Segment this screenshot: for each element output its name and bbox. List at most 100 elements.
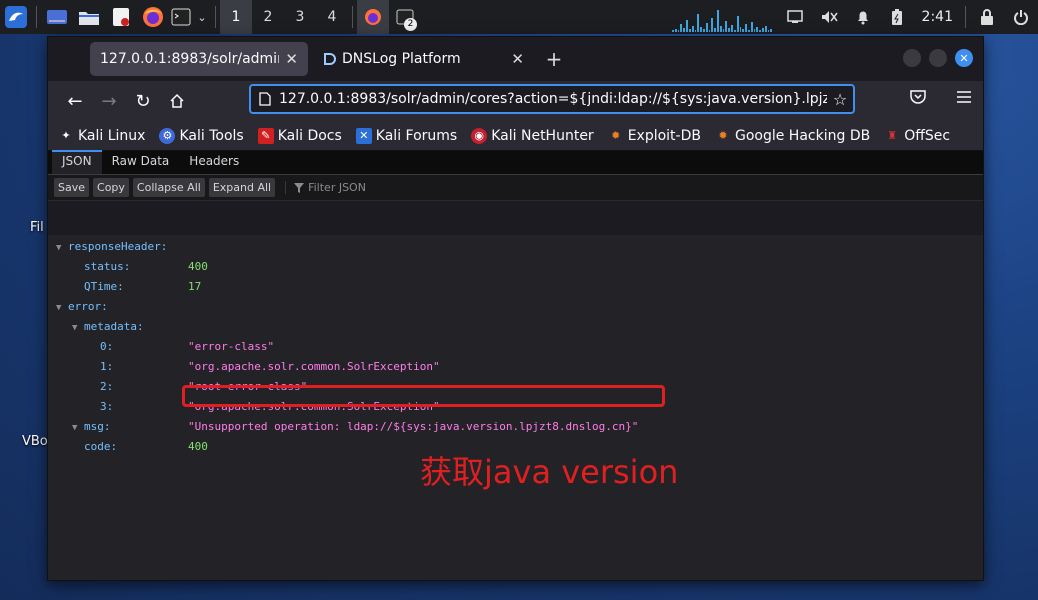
kali-menu-button[interactable]	[0, 0, 32, 34]
expand-toggle-icon[interactable]: ▼	[56, 238, 68, 258]
kali-dragon-icon	[5, 6, 27, 28]
copy-button[interactable]: Copy	[93, 178, 129, 197]
reload-icon[interactable]: ↻	[126, 86, 160, 116]
json-row[interactable]: QTime:	[84, 277, 124, 297]
text-editor-button[interactable]	[105, 0, 137, 34]
network-icon[interactable]	[778, 0, 812, 34]
tab-dnslog[interactable]: DNSLog Platform ✕	[312, 42, 534, 76]
desktop-icon-label[interactable]: Fil	[30, 220, 44, 235]
bookmark-label: Kali Linux	[78, 127, 146, 144]
close-tab-icon[interactable]: ✕	[285, 50, 298, 68]
taskbar: ⌄ 1 2 3 4 2 2:41	[0, 0, 1038, 34]
new-tab-button[interactable]: +	[538, 47, 570, 71]
json-row[interactable]: ▼ metadata:	[72, 317, 144, 337]
tab-headers[interactable]: Headers	[179, 150, 249, 174]
json-value: 400	[188, 257, 208, 277]
bookmark-google-hacking-db[interactable]: ✹ Google Hacking DB	[715, 128, 870, 144]
json-key: 3:	[100, 400, 114, 413]
address-bar[interactable]: 127.0.0.1:8983/solr/admin/cores?action=$…	[249, 84, 855, 114]
workspace-2[interactable]: 2	[252, 0, 284, 34]
bookmark-kali-forums[interactable]: ✕ Kali Forums	[355, 127, 458, 144]
json-row[interactable]: code:	[84, 437, 117, 457]
activity-bar	[728, 28, 731, 32]
lock-screen-icon[interactable]	[970, 0, 1004, 34]
json-row[interactable]: 2:	[100, 377, 113, 397]
json-row[interactable]: status:	[84, 257, 130, 277]
tab-raw-data[interactable]: Raw Data	[102, 150, 180, 174]
network-activity-graph	[672, 4, 773, 32]
power-icon[interactable]	[1004, 0, 1038, 34]
toolbar-right	[909, 88, 973, 106]
bookmark-kali-nethunter[interactable]: ◉ Kali NetHunter	[471, 127, 594, 144]
battery-icon[interactable]	[880, 0, 914, 34]
activity-bar	[742, 29, 745, 32]
json-row[interactable]: ▼ msg:	[72, 417, 111, 437]
desktop-icon	[47, 10, 67, 24]
exploit-db-icon: ✹	[611, 129, 621, 142]
activity-bar	[677, 30, 680, 32]
expand-toggle-icon[interactable]: ▼	[72, 418, 84, 438]
minimize-button[interactable]	[903, 49, 921, 67]
tab-solr-admin[interactable]: 127.0.0.1:8983/solr/admin/cores ✕	[90, 42, 308, 76]
terminal-launcher-button[interactable]	[169, 0, 193, 34]
firefox-icon	[365, 9, 381, 25]
bookmark-label: Kali Forums	[375, 127, 458, 144]
close-window-button[interactable]: ✕	[955, 49, 973, 67]
bookmark-kali-linux[interactable]: ✦ Kali Linux	[58, 128, 145, 144]
notification-bell-icon[interactable]	[846, 0, 880, 34]
json-toolbar: Save Copy Collapse All Expand All Filter…	[48, 175, 983, 201]
close-tab-icon[interactable]: ✕	[511, 50, 524, 68]
json-row[interactable]: ▼ error:	[56, 297, 108, 317]
bookmark-exploit-db[interactable]: ✹ Exploit-DB	[608, 128, 701, 144]
taskbar-terminal-window[interactable]: 2	[389, 0, 421, 34]
json-row[interactable]: 3:	[100, 397, 113, 417]
show-desktop-button[interactable]	[41, 0, 73, 34]
tab-json[interactable]: JSON	[52, 150, 102, 174]
filter-json-input[interactable]: Filter JSON	[285, 181, 366, 194]
bookmark-star-icon[interactable]: ☆	[827, 90, 853, 109]
forward-arrow-icon[interactable]: →	[92, 86, 126, 116]
save-button[interactable]: Save	[54, 178, 90, 197]
json-row[interactable]: 0:	[100, 337, 113, 357]
file-manager-button[interactable]	[73, 0, 105, 34]
url-text[interactable]: 127.0.0.1:8983/solr/admin/cores?action=$…	[279, 91, 827, 107]
taskbar-firefox-window[interactable]	[357, 0, 389, 34]
json-row[interactable]: ▼ responseHeader:	[56, 237, 167, 257]
bookmark-label: Kali Tools	[179, 127, 244, 144]
activity-bar	[674, 29, 677, 32]
bookmark-offsec[interactable]: ♜ OffSec	[884, 128, 950, 144]
workspace-4[interactable]: 4	[316, 0, 348, 34]
activity-bar	[762, 28, 764, 32]
maximize-button[interactable]	[929, 49, 947, 67]
expand-toggle-icon[interactable]: ▼	[56, 298, 68, 318]
volume-muted-icon[interactable]	[812, 0, 846, 34]
expand-toggle-icon[interactable]: ▼	[72, 318, 84, 338]
bookmark-kali-docs[interactable]: ✎ Kali Docs	[257, 127, 342, 144]
collapse-all-button[interactable]: Collapse All	[132, 178, 205, 197]
activity-bar	[759, 30, 761, 32]
json-row[interactable]: 1:	[100, 357, 113, 377]
divider	[36, 6, 37, 28]
back-arrow-icon[interactable]: ←	[58, 86, 92, 116]
chevron-down-icon[interactable]: ⌄	[193, 0, 211, 34]
activity-bar	[745, 24, 747, 32]
bookmark-kali-tools[interactable]: ⚙ Kali Tools	[159, 127, 244, 144]
firefox-launcher-button[interactable]	[137, 0, 169, 34]
bookmark-label: Exploit-DB	[627, 127, 701, 144]
workspace-3[interactable]: 3	[284, 0, 316, 34]
home-icon[interactable]	[160, 86, 194, 116]
highlight-box	[182, 385, 665, 407]
filter-icon	[294, 182, 305, 193]
activity-bar	[750, 22, 753, 32]
activity-bar	[736, 16, 739, 32]
activity-bar	[717, 10, 719, 32]
menu-icon[interactable]	[955, 88, 973, 106]
json-string: "error-class"	[188, 340, 275, 353]
workspace-1[interactable]: 1	[220, 0, 252, 34]
clock[interactable]: 2:41	[914, 9, 961, 25]
activity-bar	[700, 27, 702, 32]
expand-all-button[interactable]: Expand All	[208, 178, 276, 197]
pocket-icon[interactable]	[909, 88, 927, 106]
page-info-icon[interactable]	[259, 92, 271, 106]
desktop-icon-label[interactable]: VBo	[22, 434, 48, 449]
